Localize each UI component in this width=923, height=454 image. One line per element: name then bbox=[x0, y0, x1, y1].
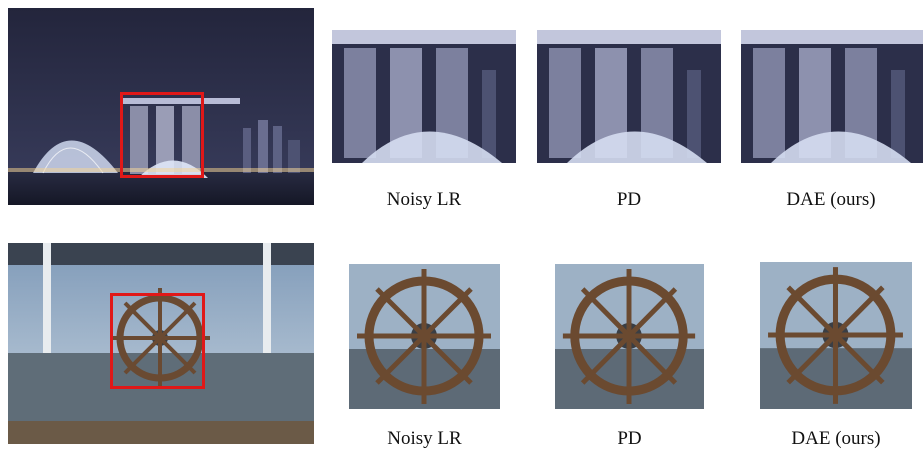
roi-box bbox=[110, 293, 205, 389]
row1-caption-dae: DAE (ours) bbox=[786, 189, 876, 210]
row1-caption-noisy-lr: Noisy LR bbox=[386, 189, 462, 210]
roi-box bbox=[120, 92, 204, 178]
row2-caption-dae: DAE (ours) bbox=[791, 428, 881, 449]
row1-crop-dae bbox=[741, 30, 923, 163]
row2-caption-pd: PD bbox=[617, 428, 642, 449]
row2-crop-dae bbox=[760, 262, 912, 409]
row1-crop-pd bbox=[537, 30, 721, 163]
row2-caption-noisy-lr: Noisy LR bbox=[387, 428, 462, 449]
row1-crop-noisy-lr bbox=[332, 30, 516, 163]
row2-full-image bbox=[8, 243, 314, 444]
row2-crop-noisy-lr bbox=[349, 264, 500, 409]
row1-caption-pd: PD bbox=[616, 189, 642, 210]
row2-crop-pd bbox=[555, 264, 704, 409]
row1-full-image bbox=[8, 8, 314, 205]
